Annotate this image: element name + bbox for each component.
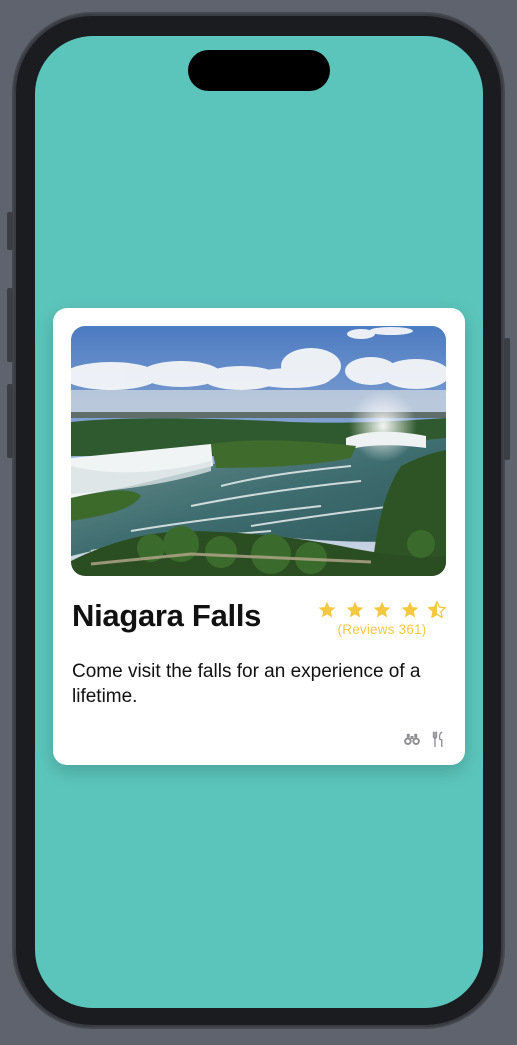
star-rating — [317, 600, 447, 620]
rating: (Reviews 361) — [317, 600, 447, 637]
dynamic-island — [188, 50, 330, 91]
star-filled-icon — [318, 601, 336, 618]
mute-switch — [7, 212, 13, 250]
place-card[interactable]: Niagara Falls (Reviews 361) Come visit t… — [53, 308, 465, 765]
star-half-icon — [428, 601, 446, 619]
star-filled-icon — [346, 601, 363, 618]
reviews-count: (Reviews 361) — [337, 622, 427, 637]
niagara-falls-photo — [71, 326, 446, 576]
star-filled-icon — [401, 601, 418, 618]
fork-knife-icon — [432, 731, 443, 748]
volume-up-button — [7, 288, 13, 362]
binoculars-icon — [404, 733, 420, 745]
power-button — [504, 338, 510, 460]
amenities — [403, 730, 447, 748]
volume-down-button — [7, 384, 13, 458]
place-description: Come visit the falls for an experience o… — [72, 661, 421, 707]
place-title: Niagara Falls — [72, 598, 262, 633]
star-filled-icon — [373, 601, 391, 618]
